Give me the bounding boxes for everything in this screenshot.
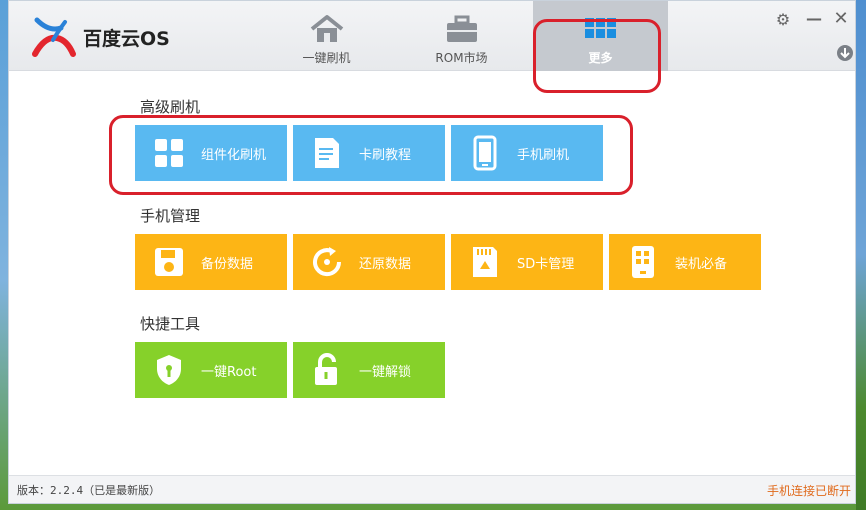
tile-backup-data[interactable]: 备份数据	[135, 234, 287, 290]
tile-label: 组件化刷机	[201, 147, 267, 163]
briefcase-icon	[442, 13, 482, 45]
grid-menu-icon	[581, 13, 621, 45]
section-title-advanced: 高级刷机	[140, 98, 201, 116]
tab-label: 一键刷机	[302, 51, 351, 65]
floppy-icon	[143, 234, 195, 290]
tab-more[interactable]: 更多	[533, 1, 668, 71]
tab-one-key-flash[interactable]: 一键刷机	[259, 1, 394, 71]
baidu-cloud-logo-icon	[32, 17, 76, 57]
document-icon	[301, 125, 353, 181]
status-bar: 版本：2.2.4（已是最新版） 手机连接已断开	[9, 475, 855, 503]
download-icon[interactable]	[835, 43, 855, 63]
phone-icon	[459, 125, 511, 181]
tab-label: 更多	[588, 51, 613, 65]
shield-icon	[143, 342, 195, 398]
tile-label: 卡刷教程	[359, 147, 412, 163]
app-title: 百度云OS	[83, 27, 170, 50]
unlock-icon	[301, 342, 353, 398]
tile-one-key-root[interactable]: 一键Root	[135, 342, 287, 398]
version-text: 版本：2.2.4（已是最新版）	[17, 484, 161, 497]
section-title-tools: 快捷工具	[140, 315, 201, 333]
desktop-background	[856, 0, 866, 510]
restore-icon	[301, 234, 353, 290]
tile-restore-data[interactable]: 还原数据	[293, 234, 445, 290]
close-icon[interactable]: ✕	[831, 8, 851, 29]
tab-rom-market[interactable]: ROM市场	[394, 1, 529, 71]
minimize-icon[interactable]: —	[804, 8, 824, 28]
section-title-phone: 手机管理	[140, 207, 201, 225]
tile-label: 还原数据	[359, 256, 412, 272]
grid-icon	[143, 125, 195, 181]
tile-phone-flash[interactable]: 手机刷机	[451, 125, 603, 181]
settings-gear-icon[interactable]: ⚙	[773, 9, 793, 29]
tile-sd-card-manage[interactable]: SD卡管理	[451, 234, 603, 290]
sd-card-icon	[459, 234, 511, 290]
tile-one-key-unlock[interactable]: 一键解锁	[293, 342, 445, 398]
apps-phone-icon	[617, 234, 669, 290]
app-window: 百度云OS 一键刷机 ROM市场 更多 ⚙ — ✕ 高级刷机 组件化刷机 卡刷教…	[8, 0, 856, 504]
app-logo: 百度云OS	[31, 15, 171, 59]
home-icon	[307, 13, 347, 45]
tile-essential-apps[interactable]: 装机必备	[609, 234, 761, 290]
tile-label: SD卡管理	[517, 256, 575, 272]
header-bar: 百度云OS 一键刷机 ROM市场 更多 ⚙ — ✕	[9, 1, 855, 71]
tile-label: 手机刷机	[517, 147, 570, 163]
tile-label: 一键Root	[201, 364, 257, 380]
tile-label: 一键解锁	[359, 364, 412, 380]
tab-label: ROM市场	[435, 51, 488, 65]
connection-status: 手机连接已断开	[766, 484, 851, 498]
tile-component-flash[interactable]: 组件化刷机	[135, 125, 287, 181]
tile-label: 备份数据	[201, 256, 254, 272]
tile-card-flash-tutorial[interactable]: 卡刷教程	[293, 125, 445, 181]
tile-label: 装机必备	[675, 256, 728, 272]
